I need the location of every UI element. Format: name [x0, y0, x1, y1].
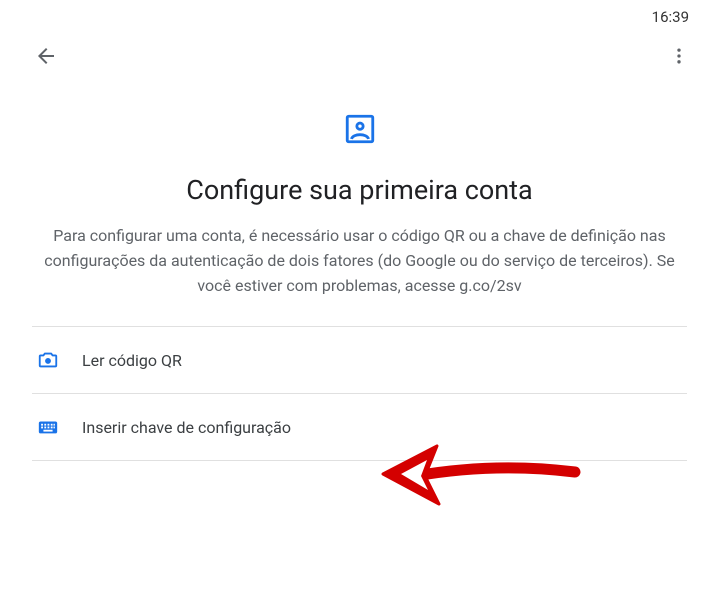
- status-time: 16:39: [652, 8, 689, 26]
- enter-key-label: Inserir chave de configuração: [82, 418, 291, 437]
- status-bar: 16:39: [0, 0, 719, 30]
- page-subtitle: Para configurar uma conta, é necessário …: [32, 224, 687, 298]
- scan-qr-option[interactable]: Ler código QR: [32, 327, 687, 393]
- divider: [32, 460, 687, 461]
- keyboard-icon: [36, 416, 60, 438]
- enter-key-option[interactable]: Inserir chave de configuração: [32, 394, 687, 460]
- page-title: Configure sua primeira conta: [32, 174, 687, 206]
- more-options-button[interactable]: [663, 42, 695, 74]
- app-bar: [0, 30, 719, 82]
- main-content: Configure sua primeira conta Para config…: [0, 82, 719, 461]
- scan-qr-label: Ler código QR: [82, 351, 182, 370]
- camera-icon: [36, 349, 60, 371]
- more-vert-icon: [669, 46, 689, 70]
- account-box-icon: [343, 112, 377, 146]
- back-button[interactable]: [30, 42, 62, 74]
- back-arrow-icon: [34, 44, 58, 72]
